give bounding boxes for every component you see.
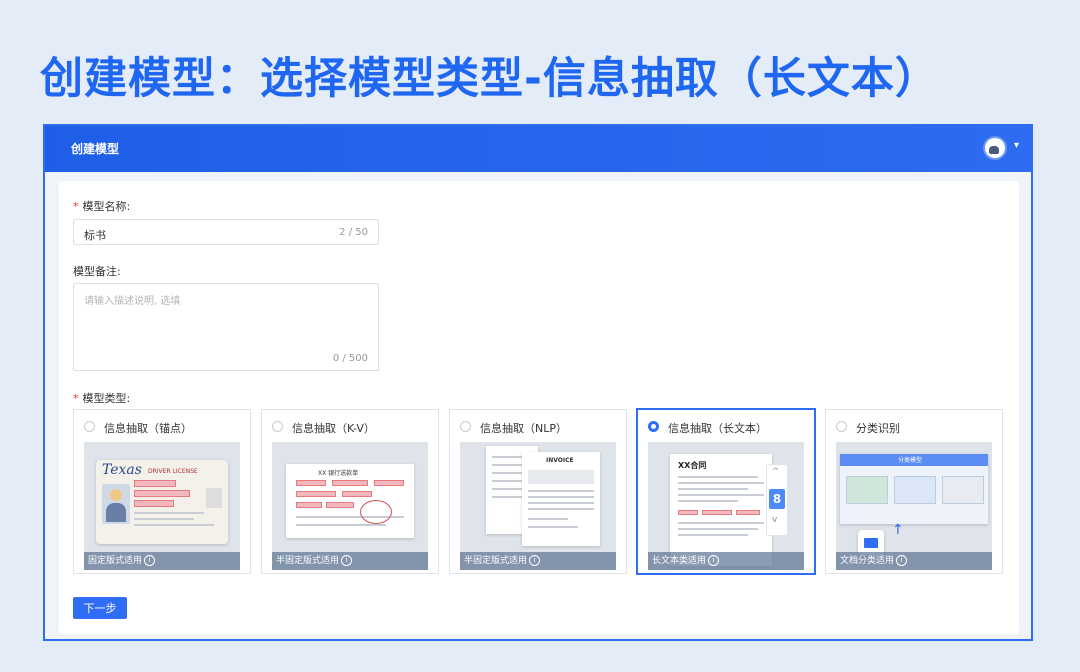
card-name: 信息抽取（锚点） [104, 422, 192, 435]
radio-button[interactable] [836, 421, 847, 432]
model-type-card-long-text[interactable]: 信息抽取（长文本） XX合同 ^ 8 v 长文本类适用 i [637, 409, 815, 574]
invoice-image: INVOICE [522, 452, 600, 546]
model-name-counter: 2 / 50 [339, 227, 368, 238]
receipt-title-text: XX 银行送款单 [318, 470, 359, 477]
card-name: 分类识别 [856, 422, 900, 435]
model-type-card-nlp[interactable]: 信息抽取（NLP） INVOICE 半固定版式适用 i [449, 409, 627, 574]
card-name: 信息抽取（NLP） [480, 422, 567, 435]
license-state-text: Texas [102, 462, 142, 478]
model-type-card-anchor[interactable]: 信息抽取（锚点） Texas DRIVER LICENSE 固定版式适用 i [73, 409, 251, 574]
page-number: 8 [769, 489, 785, 509]
photo-placeholder [102, 484, 130, 524]
top-bar: 创建模型 ▾ [45, 126, 1031, 172]
app-window: 创建模型 ▾ * 模型名称: 标书 2 / 50 模型备注: 请输入描述说明, 选… [43, 124, 1033, 641]
model-type-card-kv[interactable]: 信息抽取（K-V） XX 银行送款单 半固定版式适用 i [261, 409, 439, 574]
next-step-button[interactable]: 下一步 [73, 597, 127, 619]
radio-button[interactable] [648, 421, 659, 432]
radio-button[interactable] [272, 421, 283, 432]
model-type-card-classify[interactable]: 分类识别 分类模型 ↑ 文档分类适用 i [825, 409, 1003, 574]
chevron-down-icon[interactable]: ▾ [1014, 140, 1019, 151]
card-name: 信息抽取（长文本） [668, 422, 767, 435]
model-name-value: 标书 [84, 229, 106, 242]
required-mark: * [73, 392, 79, 405]
card-thumbnail: Texas DRIVER LICENSE 固定版式适用 i [84, 442, 240, 570]
receipt-image: XX 银行送款单 [286, 464, 414, 538]
info-icon[interactable]: i [529, 555, 541, 566]
model-note-label: 模型备注: [73, 265, 121, 278]
info-icon[interactable]: i [896, 555, 908, 566]
model-note-textarea[interactable]: 请输入描述说明, 选填 0 / 500 [73, 283, 379, 371]
info-icon[interactable]: i [708, 555, 720, 566]
arrow-up-icon: ↑ [892, 522, 904, 538]
card-thumbnail: XX合同 ^ 8 v 长文本类适用 i [648, 442, 804, 570]
card-name: 信息抽取（K-V） [292, 422, 375, 435]
topbar-title: 创建模型 [71, 142, 120, 156]
card-thumbnail: INVOICE 半固定版式适用 i [460, 442, 616, 570]
info-icon[interactable]: i [341, 555, 353, 566]
card-caption: 长文本类适用 i [648, 552, 804, 570]
required-mark: * [73, 200, 79, 213]
card-caption: 固定版式适用 i [84, 552, 240, 570]
info-icon[interactable]: i [144, 555, 156, 566]
page-headline: 创建模型：选择模型类型-信息抽取（长文本） [40, 54, 939, 104]
license-title-text: DRIVER LICENSE [148, 468, 198, 475]
card-caption: 半固定版式适用 i [460, 552, 616, 570]
avatar[interactable] [985, 138, 1005, 158]
contract-image: XX合同 [670, 454, 772, 566]
model-name-input[interactable]: 标书 2 / 50 [73, 219, 379, 245]
radio-button[interactable] [84, 421, 95, 432]
invoice-title-text: INVOICE [546, 457, 574, 464]
chevron-up-icon[interactable]: ^ [772, 467, 780, 477]
contract-title-text: XX合同 [678, 461, 707, 470]
classify-title-text: 分类模型 [898, 457, 923, 464]
model-type-label: * 模型类型: [73, 392, 131, 405]
classify-panel: 分类模型 [840, 454, 988, 524]
model-note-counter: 0 / 500 [332, 353, 368, 364]
radio-button[interactable] [460, 421, 471, 432]
card-thumbnail: 分类模型 ↑ 文档分类适用 i [836, 442, 992, 570]
model-note-placeholder: 请输入描述说明, 选填 [84, 296, 181, 307]
model-name-label: * 模型名称: [73, 200, 131, 213]
chevron-down-icon[interactable]: v [772, 515, 777, 525]
form-panel: * 模型名称: 标书 2 / 50 模型备注: 请输入描述说明, 选填 0 / 5… [59, 181, 1019, 635]
page-stepper[interactable]: ^ 8 v [766, 464, 788, 536]
card-thumbnail: XX 银行送款单 半固定版式适用 i [272, 442, 428, 570]
card-caption: 文档分类适用 i [836, 552, 992, 570]
license-image: Texas DRIVER LICENSE [96, 460, 228, 544]
card-caption: 半固定版式适用 i [272, 552, 428, 570]
